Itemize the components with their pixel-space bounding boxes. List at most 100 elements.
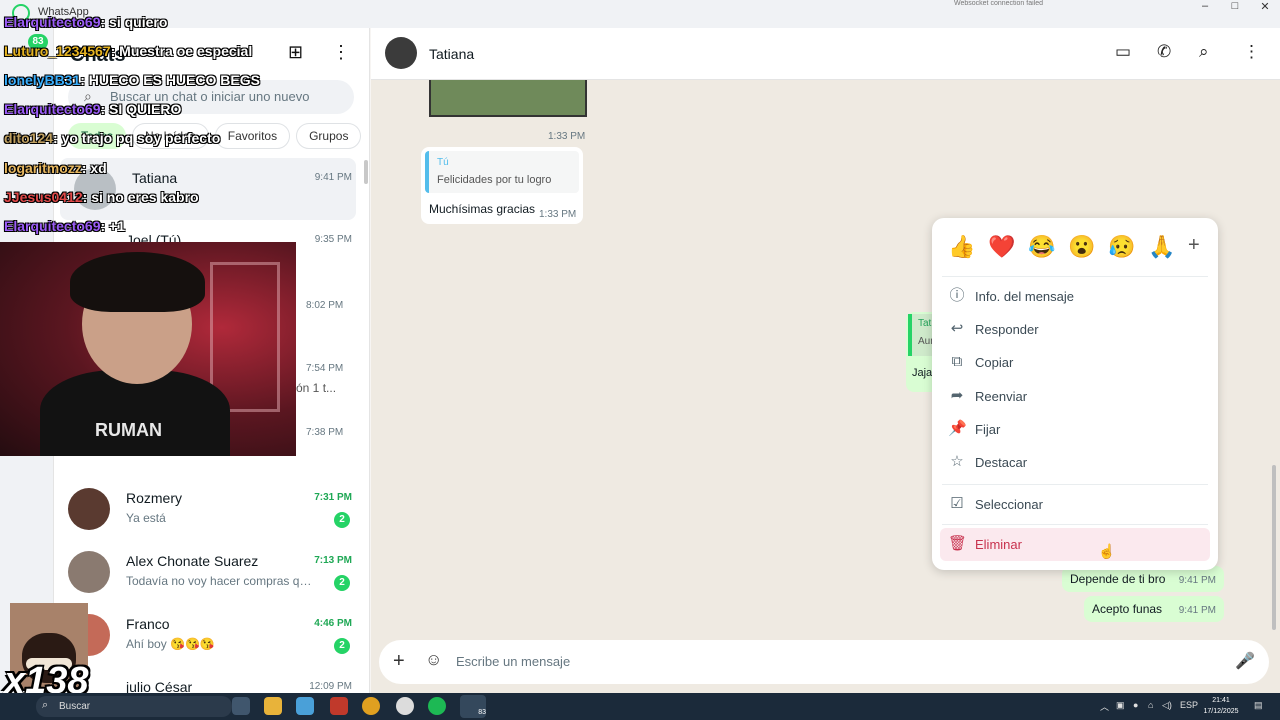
chat-list-scrollbar[interactable]: [364, 160, 368, 184]
chat-time: 8:02 PM: [306, 300, 344, 311]
window-titlebar: WhatsApp Websocket connection failed – □…: [0, 0, 1280, 28]
menu-item-label: Reenviar: [975, 389, 1028, 404]
stream-chat-line: Elarquitecto69: SI QUIERO: [4, 101, 182, 117]
forward-icon: ➦: [950, 387, 964, 404]
quote-author: Tat: [918, 318, 932, 329]
app-icon[interactable]: [396, 697, 414, 715]
stream-chat-line: Elarquitecto69: +1: [4, 218, 125, 234]
voice-call-icon[interactable]: ✆: [1157, 42, 1171, 62]
chat-time: 4:46 PM: [314, 618, 352, 629]
image-message[interactable]: [429, 80, 587, 117]
chat-row-franco[interactable]: Franco Ahí boy 😘😘😘 4:46 PM 2: [54, 604, 356, 666]
unread-count-badge: 2: [334, 512, 350, 528]
chat-row-julio[interactable]: julio César 12:09 PM: [54, 667, 356, 695]
taskbar-clock[interactable]: 21:41 17/12/2025: [1199, 695, 1243, 717]
message-composer[interactable]: + ☺ Escribe un mensaje 🎤: [379, 640, 1269, 684]
stream-chat-line: dito124: yo trajo pq soy perfecto: [4, 130, 221, 146]
tray-icon[interactable]: ▣: [1116, 700, 1125, 711]
quote-text: Felicidades por tu logro: [437, 174, 552, 186]
webcam-shelf: [210, 262, 280, 412]
chat-name: Franco: [126, 616, 170, 632]
message-input[interactable]: Escribe un mensaje: [456, 654, 570, 669]
new-chat-icon[interactable]: ⊞: [288, 42, 303, 63]
clock-time: 21:41: [1212, 697, 1230, 704]
chat-time: 7:54 PM: [306, 363, 344, 374]
message-time: 9:41 PM: [1178, 605, 1216, 616]
menu-item-label: Copiar: [975, 355, 1014, 370]
unread-badge: 83: [478, 709, 486, 716]
menu-item-reply[interactable]: ↩ Responder: [940, 313, 1210, 346]
chat-row-alex[interactable]: Alex Chonate Suarez Todavía no voy hacer…: [54, 541, 356, 603]
mic-icon[interactable]: ●: [1133, 700, 1138, 710]
incoming-message[interactable]: Tú Felicidades por tu logro Muchísimas g…: [421, 147, 583, 224]
close-window-button[interactable]: ✕: [1248, 0, 1280, 13]
menu-item-pin[interactable]: 📌 Fijar: [940, 413, 1210, 446]
file-explorer-icon[interactable]: [264, 697, 282, 715]
more-reactions-plus-icon[interactable]: +: [1188, 234, 1200, 257]
sticker-emoji-icon[interactable]: ☺: [425, 650, 442, 670]
pin-icon: 📌: [948, 420, 967, 437]
menu-item-delete[interactable]: 🗑 Eliminar: [940, 528, 1210, 561]
whatsapp-taskbar-icon[interactable]: 83: [460, 695, 486, 718]
menu-dots-icon[interactable]: ⋮: [332, 42, 350, 63]
microphone-icon[interactable]: 🎤: [1235, 651, 1255, 671]
message-time: 9:41 PM: [1178, 575, 1216, 586]
wow-reaction[interactable]: 😮: [1068, 234, 1095, 260]
network-icon[interactable]: ⌂: [1148, 700, 1153, 710]
video-call-icon[interactable]: ▭: [1115, 42, 1131, 62]
pray-reaction[interactable]: 🙏: [1148, 234, 1175, 260]
search-icon[interactable]: ⌕: [1199, 42, 1209, 62]
menu-item-copy[interactable]: ⧉ Copiar: [940, 346, 1210, 379]
stream-chat-line: JJesus0412: si no eres kabro: [4, 189, 199, 205]
quote-author: Tú: [437, 157, 449, 168]
outgoing-message[interactable]: Acepto funas 9:41 PM: [1084, 596, 1224, 622]
websocket-status: Websocket connection failed: [954, 0, 1043, 7]
chat-row-rozmery[interactable]: Rozmery Ya está 7:31 PM 2: [54, 478, 356, 540]
chat-preview: ón 1 t...: [296, 381, 337, 395]
menu-dots-icon[interactable]: ⋮: [1243, 42, 1260, 62]
app-icon[interactable]: [296, 697, 314, 715]
task-view-icon[interactable]: [232, 697, 250, 715]
trash-icon: 🗑: [948, 535, 968, 552]
conversation-scrollbar[interactable]: [1272, 465, 1276, 630]
filter-favoritos[interactable]: Favoritos: [214, 123, 291, 149]
mouse-cursor-icon: ☝: [1098, 543, 1116, 559]
maximize-button[interactable]: □: [1218, 0, 1252, 12]
unread-count-badge: 2: [334, 638, 350, 654]
language-indicator[interactable]: ESP: [1180, 700, 1198, 710]
heart-reaction[interactable]: ❤️: [988, 234, 1015, 260]
laugh-reaction[interactable]: 😂: [1028, 234, 1055, 260]
webcam-shirt-text: RUMAN: [95, 420, 162, 440]
menu-item-select[interactable]: ☑ Seleccionar: [940, 488, 1210, 521]
clock-date: 17/12/2025: [1203, 708, 1239, 715]
message-text: Acepto funas: [1092, 602, 1163, 616]
taskbar-search[interactable]: ⌕ Buscar: [36, 696, 232, 717]
webcam-overlay: RUMAN: [0, 242, 296, 456]
message-context-menu: 👍 ❤️ 😂 😮 😥 🙏 + ⓘ Info. del mensaje ↩ Res…: [932, 218, 1218, 570]
contact-avatar[interactable]: [385, 37, 417, 69]
stream-chat-line: lonelyBB31: HUECO ES HUECO BEGS: [4, 72, 260, 88]
attach-plus-icon[interactable]: +: [393, 650, 405, 673]
copy-icon: ⧉: [951, 353, 963, 370]
volume-icon[interactable]: ◁): [1162, 700, 1172, 711]
menu-item-info[interactable]: ⓘ Info. del mensaje: [940, 280, 1210, 313]
tray-chevron-icon[interactable]: ︿: [1100, 700, 1109, 713]
unread-count-badge: 2: [334, 575, 350, 591]
menu-divider: [942, 484, 1208, 485]
chrome-icon[interactable]: [362, 697, 380, 715]
quoted-message[interactable]: Tú Felicidades por tu logro: [425, 151, 579, 193]
sad-reaction[interactable]: 😥: [1108, 234, 1135, 260]
app-icon[interactable]: [330, 697, 348, 715]
menu-item-star[interactable]: ☆ Destacar: [940, 446, 1210, 479]
reaction-bar: 👍 ❤️ 😂 😮 😥 🙏 +: [946, 234, 1206, 264]
notification-icon[interactable]: ▤: [1254, 700, 1263, 711]
filter-grupos[interactable]: Grupos: [296, 123, 362, 149]
info-icon: ⓘ: [949, 287, 965, 304]
contact-name[interactable]: Tatiana: [429, 46, 474, 62]
minimize-button[interactable]: –: [1188, 0, 1222, 12]
spotify-icon[interactable]: [428, 697, 446, 715]
message-text: Muchísimas gracias: [429, 202, 536, 216]
thumbs-up-reaction[interactable]: 👍: [948, 234, 975, 260]
menu-item-forward[interactable]: ➦ Reenviar: [940, 380, 1210, 413]
chat-preview: Todavía no voy hacer compras que ...: [126, 574, 316, 588]
